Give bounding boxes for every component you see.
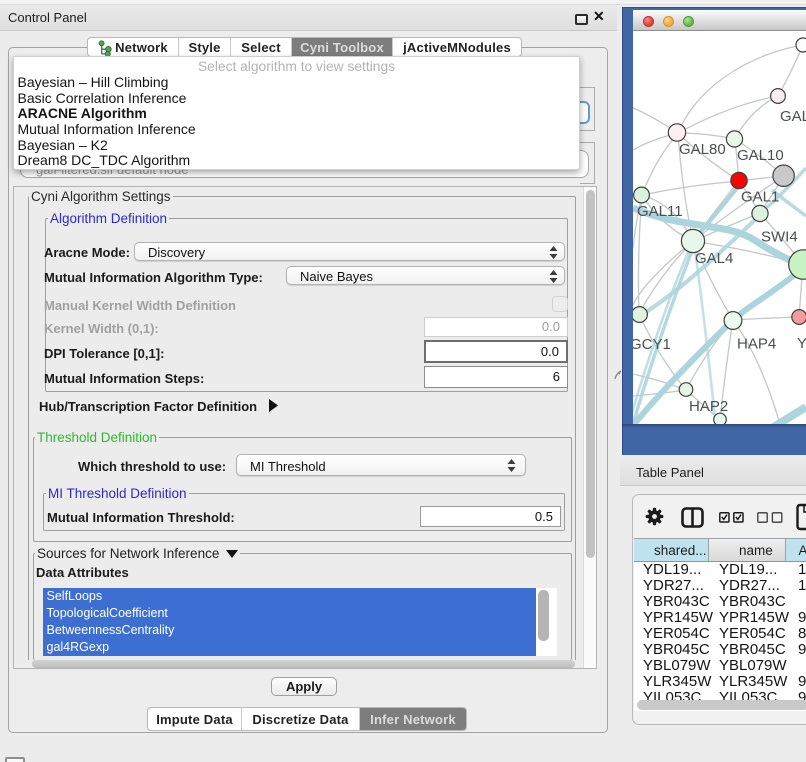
svg-text:HAP4: HAP4 [737,336,776,353]
svg-text:GAL1: GAL1 [741,189,779,206]
svg-text:GAL4: GAL4 [695,250,733,267]
svg-text:GAL80: GAL80 [679,141,726,158]
svg-text:YJ: YJ [797,335,806,352]
svg-text:GCY1: GCY1 [633,336,671,353]
svg-text:GAL10: GAL10 [737,147,784,164]
svg-text:HAP2: HAP2 [689,398,728,415]
svg-text:GAL11: GAL11 [637,203,683,220]
svg-text:SWI4: SWI4 [761,229,798,246]
svg-text:GAL2: GAL2 [780,108,806,125]
